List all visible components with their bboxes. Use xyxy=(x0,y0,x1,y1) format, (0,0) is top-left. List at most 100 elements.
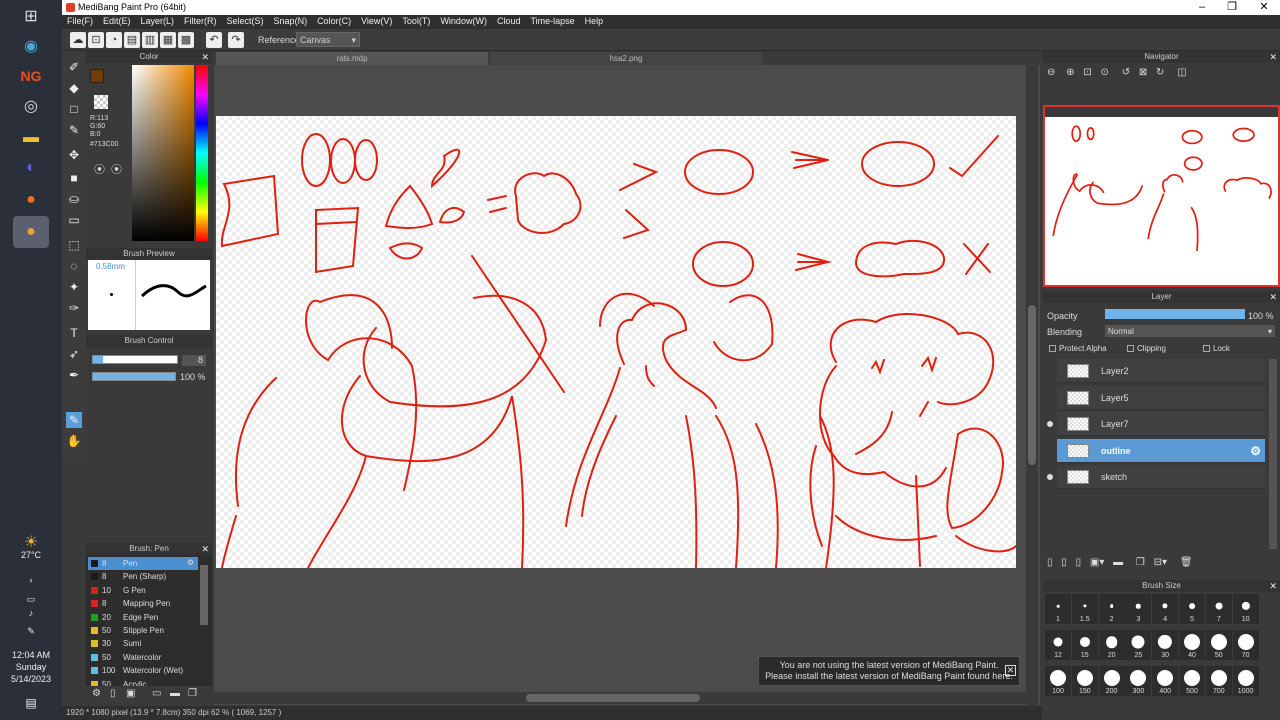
new-layer-icon[interactable]: ▯ xyxy=(1047,557,1053,568)
palette-icon[interactable]: ⦿ xyxy=(94,161,105,177)
brush-size-preset[interactable]: 7 xyxy=(1205,594,1232,624)
brush-list-item[interactable]: 8 Pen ⚙ xyxy=(88,557,198,570)
flip-icon[interactable]: ◫ xyxy=(1177,67,1186,78)
brush-size-preset[interactable]: 50 xyxy=(1205,630,1232,660)
brush-size-preset[interactable]: 300 xyxy=(1125,666,1152,696)
brush-list-item[interactable]: 30 Sumi xyxy=(88,637,198,650)
brush-tool-icon[interactable]: ✐ xyxy=(66,59,82,75)
layer-scrollbar[interactable] xyxy=(1269,359,1277,549)
zoom-out-icon[interactable]: ⊖ xyxy=(1047,67,1055,78)
brush-size-preset[interactable]: 500 xyxy=(1179,666,1205,696)
lock-icon[interactable]: ⊡ xyxy=(88,32,104,48)
settings-icon[interactable]: ⚙ xyxy=(92,688,101,699)
volume-icon[interactable]: ♪ xyxy=(0,608,62,618)
medibang-taskbar-icon[interactable]: ● xyxy=(13,216,49,248)
eraser-tool-icon[interactable]: ◆ xyxy=(66,80,82,96)
transparent-swatch[interactable] xyxy=(94,95,108,109)
delete-layer-icon[interactable]: 🗑 xyxy=(1180,557,1193,568)
zoom-icon[interactable]: ⊙ xyxy=(1101,67,1109,78)
layer-row[interactable]: sketch xyxy=(1057,465,1265,490)
brush-size-preset[interactable]: 12 xyxy=(1045,630,1071,660)
canvas-horizontal-scrollbar[interactable] xyxy=(214,692,1026,704)
update-notice[interactable]: You are not using the latest version of … xyxy=(758,656,1020,686)
menu-snap[interactable]: Snap(N) xyxy=(269,15,313,27)
minimize-button[interactable]: – xyxy=(1188,0,1216,15)
camera-app-icon[interactable]: ◎ xyxy=(19,94,43,118)
fill-rect-tool-icon[interactable]: ■ xyxy=(66,170,82,186)
gradient-tool-icon[interactable]: ▭ xyxy=(66,212,82,228)
menu-filter[interactable]: Filter(R) xyxy=(179,15,222,27)
firefox-icon[interactable]: ● xyxy=(19,188,43,212)
close-icon[interactable]: ✕ xyxy=(1269,291,1277,303)
brush-size-slider[interactable] xyxy=(92,355,178,364)
brush-size-preset[interactable]: 100 xyxy=(1045,666,1071,696)
brush-list-item[interactable]: 20 Edge Pen xyxy=(88,611,198,624)
rotate-left-icon[interactable]: ↺ xyxy=(1122,67,1130,78)
reference-select[interactable]: Canvas ▾ xyxy=(296,32,360,47)
duplicate-layer-icon[interactable]: ❐ xyxy=(1136,557,1145,568)
lasso-tool-icon[interactable]: ◌ xyxy=(66,258,82,274)
close-icon[interactable]: ✕ xyxy=(201,51,209,63)
close-button[interactable]: ✕ xyxy=(1250,0,1278,15)
notification-icon[interactable]: ▤ xyxy=(0,696,62,710)
protect-alpha-checkbox[interactable]: Protect Alpha xyxy=(1049,344,1107,353)
text-tool-icon[interactable]: T xyxy=(66,325,82,341)
gear-icon[interactable]: ⚙ xyxy=(187,558,194,567)
clock-time[interactable]: 12:04 AM xyxy=(0,650,62,660)
brush-size-value[interactable]: 8 xyxy=(182,355,206,366)
brush-size-preset[interactable]: 700 xyxy=(1205,666,1232,696)
tile-icon[interactable]: ▩ xyxy=(178,32,194,48)
redo-icon[interactable]: ↷ xyxy=(228,32,244,48)
zoom-in-icon[interactable]: ⊕ xyxy=(1066,67,1074,78)
brush-size-preset[interactable]: 70 xyxy=(1232,630,1259,660)
brush-size-preset[interactable]: 150 xyxy=(1071,666,1098,696)
brush-list-scrollbar[interactable] xyxy=(200,565,208,625)
palette-add-icon[interactable]: ⦿ xyxy=(111,161,122,177)
undo-icon[interactable]: ↶ xyxy=(206,32,222,48)
brush-list-item[interactable]: 50 Watercolor xyxy=(88,651,198,664)
brush-size-preset[interactable]: 10 xyxy=(1232,594,1259,624)
windows-start-icon[interactable]: ⊞ xyxy=(19,4,43,28)
tray-expand-icon[interactable]: › xyxy=(0,575,62,585)
brush-size-preset[interactable]: 400 xyxy=(1152,666,1179,696)
menu-layer[interactable]: Layer(L) xyxy=(136,15,180,27)
brush-size-preset[interactable]: 25 xyxy=(1125,630,1152,660)
brush-size-preset[interactable]: 200 xyxy=(1098,666,1125,696)
menu-window[interactable]: Window(W) xyxy=(435,15,492,27)
panel-icon[interactable]: ▤ xyxy=(124,32,140,48)
cloud-icon[interactable]: ☁ xyxy=(70,32,86,48)
hand-tool-icon[interactable]: ✋ xyxy=(66,433,82,449)
dot-tool-icon[interactable]: ✎ xyxy=(66,122,82,138)
blending-select[interactable]: Normal ▾ xyxy=(1105,325,1275,337)
navigator-preview[interactable] xyxy=(1043,105,1280,287)
close-icon[interactable]: ✕ xyxy=(1269,580,1277,592)
network-icon[interactable]: ▭ xyxy=(0,594,62,605)
brush-size-preset[interactable]: 20 xyxy=(1098,630,1125,660)
operation-tool-icon[interactable]: ➶ xyxy=(66,346,82,362)
folder-icon[interactable]: ▬ xyxy=(170,688,180,699)
lock-checkbox[interactable]: Lock xyxy=(1203,344,1230,353)
brush-size-preset[interactable]: 1.5 xyxy=(1071,594,1098,624)
brush-size-preset[interactable]: 30 xyxy=(1152,630,1179,660)
layer-visibility-icon[interactable] xyxy=(1047,421,1053,428)
menu-timelapse[interactable]: Time-lapse xyxy=(525,15,579,27)
primary-color-swatch[interactable] xyxy=(90,69,104,83)
grid-icon[interactable]: ▦ xyxy=(160,32,176,48)
brush-size-preset[interactable]: 5 xyxy=(1179,594,1205,624)
brush-opacity-slider[interactable] xyxy=(92,372,176,381)
layer-row[interactable]: outline ⚙ xyxy=(1057,438,1265,463)
menu-color[interactable]: Color(C) xyxy=(312,15,356,27)
close-icon[interactable]: ✕ xyxy=(1005,665,1016,676)
brush-list-item[interactable]: 10 G Pen xyxy=(88,584,198,597)
layer-row[interactable]: Layer7 xyxy=(1057,412,1265,437)
page-icon[interactable]: ▥ xyxy=(142,32,158,48)
brush-size-preset[interactable]: 2 xyxy=(1098,594,1125,624)
select-pen-icon[interactable]: ✑ xyxy=(66,300,82,316)
layer-row[interactable]: Layer2 xyxy=(1057,359,1265,383)
menu-view[interactable]: View(V) xyxy=(356,15,397,27)
canvas-vertical-scrollbar[interactable] xyxy=(1026,65,1038,705)
menu-cloud[interactable]: Cloud xyxy=(492,15,526,27)
duplicate-icon[interactable]: ❐ xyxy=(188,688,197,699)
saturation-value-picker[interactable] xyxy=(132,65,194,241)
gear-icon[interactable]: ⚙ xyxy=(1250,444,1261,458)
